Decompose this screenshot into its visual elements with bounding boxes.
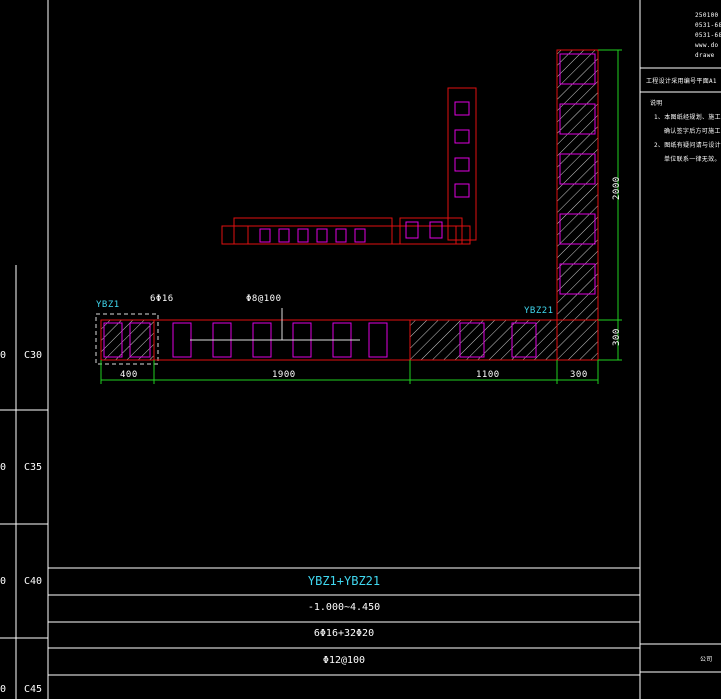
left-zero-1: 0 — [0, 350, 7, 361]
project-code: 工程设计采用编号平面A1 — [646, 78, 717, 85]
wall-stirrups — [103, 53, 596, 358]
company-label: 公司 — [700, 656, 713, 663]
left-zero-3: 0 — [0, 576, 7, 587]
table-stirrup: Φ12@100 — [322, 655, 366, 666]
table-longitudinal: 6Φ16+32Φ20 — [313, 628, 375, 639]
notes-heading: 说明 — [650, 100, 663, 107]
note-line-3: 2、图纸有疑问请与设计 — [654, 142, 721, 149]
note-line-2: 确认签字后方可施工 — [664, 128, 721, 135]
contact-email: drawe — [695, 52, 715, 59]
grade-c35: C35 — [24, 462, 43, 473]
dim-1900: 1900 — [272, 370, 296, 380]
table-title: YBZ1+YBZ21 — [307, 574, 381, 588]
contact-phone: 0531-68 — [695, 22, 721, 29]
note-line-1: 1、本图纸经规划、施工 — [654, 114, 721, 121]
upper-plan-rebars — [259, 101, 470, 243]
dim-300: 300 — [570, 370, 588, 380]
cad-drawing-canvas[interactable] — [0, 0, 721, 699]
grade-c30: C30 — [24, 350, 43, 361]
contact-website: www.do — [695, 42, 719, 49]
dim-400: 400 — [120, 370, 138, 380]
table-elevation: -1.000~4.450 — [307, 602, 381, 613]
label-stirrup-phi8: Φ8@100 — [246, 294, 282, 304]
contact-postcode: 250100 — [695, 12, 719, 19]
contact-fax: 0531-68 — [695, 32, 721, 39]
label-rebar-6phi16: 6Φ16 — [150, 294, 174, 304]
label-ybz21: YBZ21 — [524, 306, 554, 316]
note-line-4: 单位联系一律无效。 — [664, 156, 721, 163]
upper-plan-outline — [221, 87, 477, 245]
grade-c40: C40 — [24, 576, 43, 587]
dim-2000: 2000 — [612, 176, 622, 200]
dim-1100: 1100 — [476, 370, 500, 380]
dim-300-vertical: 300 — [612, 328, 622, 346]
left-zero-4: 0 — [0, 684, 7, 695]
grade-c45: C45 — [24, 684, 43, 695]
left-zero-2: 0 — [0, 462, 7, 473]
label-ybz1: YBZ1 — [96, 300, 120, 310]
